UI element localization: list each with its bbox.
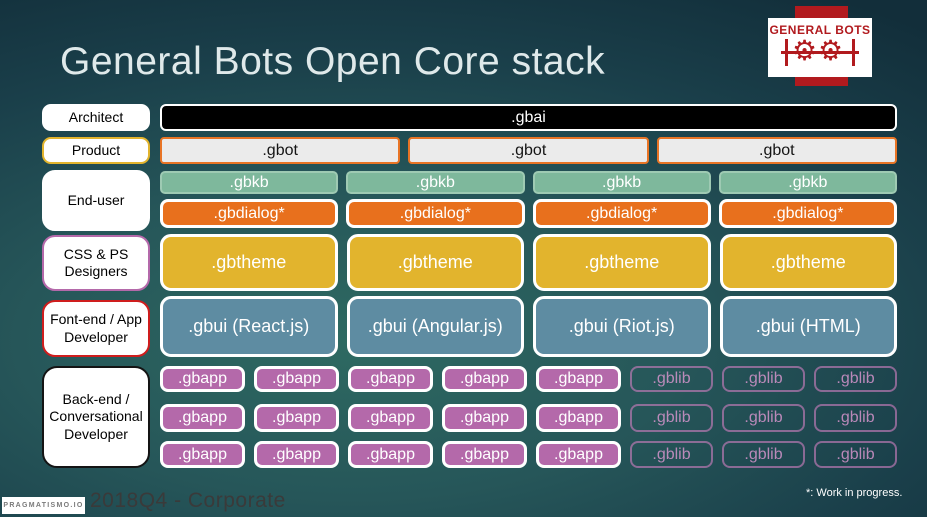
gear-icon: ⚙ — [792, 35, 818, 66]
gbdialog-row: .gbdialog* .gbdialog* .gbdialog* .gbdial… — [160, 199, 897, 228]
gblib-box: .gblib — [630, 404, 713, 432]
gblib-box: .gblib — [722, 404, 805, 432]
row-label-product: Product — [42, 137, 150, 164]
gbui-html-box: .gbui (HTML) — [719, 296, 897, 357]
gbtheme-box: .gbtheme — [346, 234, 524, 291]
row-label-backend-conversational-developer: Back-end / Conversational Developer — [42, 366, 150, 468]
page-title: General Bots Open Core stack — [60, 40, 606, 83]
gbapp-box: .gbapp — [348, 366, 433, 392]
work-in-progress-footnote: *: Work in progress. — [806, 487, 903, 499]
gblib-box: .gblib — [722, 441, 805, 468]
general-bots-logo: GENERAL BOTS ⚙ ⚙ — [768, 18, 872, 77]
gear-right-bar — [852, 39, 855, 66]
gbapp-box: .gbapp — [442, 441, 527, 468]
gbapp-box: .gbapp — [536, 404, 621, 432]
gblib-box: .gblib — [630, 366, 713, 392]
gbkb-box: .gbkb — [346, 171, 525, 194]
pragmatismo-brand-badge: PRAGMATISMO.IO — [2, 497, 85, 514]
gbui-angular-box: .gbui (Angular.js) — [346, 296, 524, 357]
row-label-end-user: End-user — [42, 170, 150, 231]
row-label-css-ps-designers: CSS & PS Designers — [42, 235, 150, 291]
gbapp-box: .gbapp — [254, 441, 339, 468]
gbapp-box: .gbapp — [160, 404, 245, 432]
gbapp-box: .gbapp — [160, 441, 245, 468]
gbtheme-row: .gbtheme .gbtheme .gbtheme .gbtheme — [160, 234, 897, 291]
gbkb-row: .gbkb .gbkb .gbkb .gbkb — [160, 171, 897, 194]
gbui-riot-box: .gbui (Riot.js) — [533, 296, 711, 357]
gbtheme-box: .gbtheme — [533, 234, 711, 291]
gbkb-box: .gbkb — [160, 171, 339, 194]
gbdialog-box: .gbdialog* — [346, 199, 525, 228]
gear-icon: ⚙ — [818, 35, 844, 66]
gbapp-gblib-row: .gbapp .gbapp .gbapp .gbapp .gbapp .gbli… — [160, 441, 897, 468]
gbot-row: .gbot .gbot .gbot — [160, 137, 897, 164]
gbai-row: .gbai — [160, 104, 897, 131]
gbkb-box: .gbkb — [532, 171, 711, 194]
gblib-box: .gblib — [630, 441, 713, 468]
gbot-box: .gbot — [656, 137, 897, 164]
gblib-box: .gblib — [722, 366, 805, 392]
gear-left-bar — [785, 39, 788, 66]
gblib-box: .gblib — [814, 366, 897, 392]
gbapp-box: .gbapp — [160, 366, 245, 392]
gbdialog-box: .gbdialog* — [532, 199, 711, 228]
gbapp-box: .gbapp — [348, 404, 433, 432]
gbdialog-box: .gbdialog* — [160, 199, 339, 228]
slide: General Bots Open Core stack GENERAL BOT… — [0, 0, 927, 517]
gbapp-box: .gbapp — [254, 366, 339, 392]
row-label-architect: Architect — [42, 104, 150, 131]
gbkb-box: .gbkb — [718, 171, 897, 194]
gbapp-box: .gbapp — [536, 366, 621, 392]
gbtheme-box: .gbtheme — [719, 234, 897, 291]
gblib-box: .gblib — [814, 441, 897, 468]
gbapp-box: .gbapp — [442, 404, 527, 432]
gbtheme-box: .gbtheme — [160, 234, 338, 291]
gbapp-gblib-row: .gbapp .gbapp .gbapp .gbapp .gbapp .gbli… — [160, 404, 897, 432]
gbot-box: .gbot — [160, 137, 401, 164]
gears-icon: ⚙ ⚙ — [781, 35, 859, 69]
gbui-react-box: .gbui (React.js) — [160, 296, 338, 357]
footer-date-label: 2018Q4 - Corporate — [90, 489, 286, 512]
gbapp-box: .gbapp — [348, 441, 433, 468]
gbapp-box: .gbapp — [442, 366, 527, 392]
gbui-row: .gbui (React.js) .gbui (Angular.js) .gbu… — [160, 296, 897, 357]
gbapp-gblib-row: .gbapp .gbapp .gbapp .gbapp .gbapp .gbli… — [160, 366, 897, 392]
gblib-box: .gblib — [814, 404, 897, 432]
gbapp-box: .gbapp — [254, 404, 339, 432]
row-label-frontend-app-developer: Font-end / App Developer — [42, 300, 150, 357]
gbapp-box: .gbapp — [536, 441, 621, 468]
gbai-box: .gbai — [160, 104, 897, 131]
gbot-box: .gbot — [408, 137, 649, 164]
gbdialog-box: .gbdialog* — [718, 199, 897, 228]
